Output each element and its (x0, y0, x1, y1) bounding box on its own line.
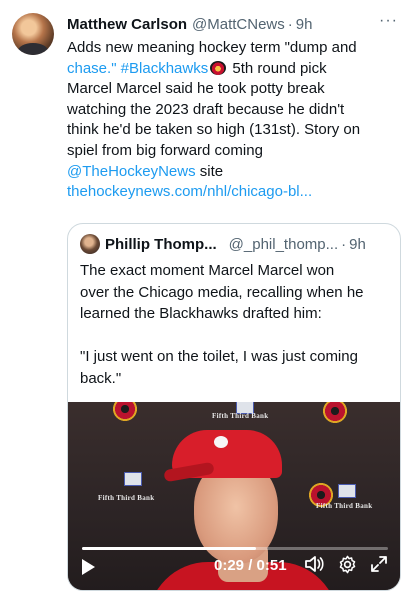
video-controls: 0:29 / 0:51 (68, 554, 400, 584)
blackhawks-logo-icon (210, 60, 227, 75)
tweet[interactable]: Matthew Carlson @MattCNews · 9h ··· Adds… (0, 0, 409, 600)
video-time-readout: 0:29 / 0:51 (214, 557, 287, 574)
video-player[interactable]: Fifth Third Bank Fifth Third Bank Fifth … (68, 402, 400, 590)
tweet-line: Adds new meaning hockey term "dump and (67, 39, 357, 56)
quoted-line: learned the Blackhawks drafted him: (80, 305, 322, 322)
quoted-tweet-header: Phillip Thomp... @_phil_thomp... · 9h (80, 234, 390, 254)
hockeynews-mention-link[interactable]: @TheHockeyNews (67, 163, 196, 180)
sponsor-text: Fifth Third Bank (98, 494, 155, 502)
fifth-third-logo-icon (124, 472, 142, 486)
quoted-line: "I just went on the toilet, I was just c… (80, 348, 358, 365)
author-name[interactable]: Matthew Carlson (67, 16, 187, 33)
volume-icon-svg (305, 556, 324, 572)
tweet-line: think he'd be taken so high (131st). Sto… (67, 121, 361, 139)
more-options-icon[interactable]: ··· (379, 12, 398, 30)
quoted-line: over the Chicago media, recalling when h… (80, 283, 364, 301)
volume-icon[interactable] (304, 555, 324, 578)
tweet-line-text: site (195, 162, 224, 180)
quoted-header-separator: · (341, 235, 347, 253)
quoted-author-avatar[interactable] (80, 234, 100, 254)
blackhawks-hashtag-link[interactable]: chase." #Blackhawks (67, 60, 208, 77)
tweet-line: @TheHockeyNews site (67, 162, 397, 183)
tweet-time[interactable]: 9h (296, 16, 313, 33)
quoted-line: back." (80, 369, 122, 387)
sponsor-text: Fifth Third Bank (212, 412, 269, 420)
quoted-line: The exact moment Marcel Marcel won (80, 262, 335, 279)
quoted-author-name[interactable]: Phillip Thomp... (105, 236, 217, 253)
cap-logo (214, 436, 228, 448)
tweet-line-text: 5th round pick (228, 59, 327, 77)
tweet-line: Marcel Marcel said he took potty break (67, 80, 325, 98)
tweet-line: chase." #Blackhawks 5th round pick (67, 59, 397, 80)
tweet-line: watching the 2023 draft because he didn'… (67, 100, 345, 118)
author-avatar[interactable] (12, 13, 54, 55)
avatar-shirt (18, 43, 48, 55)
article-url-link[interactable]: thehockeynews.com/nhl/chicago-bl... (67, 182, 397, 203)
play-icon[interactable] (82, 559, 95, 575)
fullscreen-icon[interactable] (370, 555, 388, 578)
time-separator: / (244, 557, 257, 574)
tweet-line: spiel from big forward coming (67, 141, 263, 159)
video-progress-fill (82, 547, 257, 550)
gear-icon-svg (339, 555, 356, 574)
current-time: 0:29 (214, 557, 245, 574)
settings-gear-icon[interactable] (338, 555, 357, 579)
duration: 0:51 (256, 557, 287, 574)
tweet-text: Adds new meaning hockey term "dump and c… (67, 38, 397, 203)
tweet-header: Matthew Carlson @MattCNews · 9h ··· (67, 12, 402, 34)
fullscreen-icon-svg (371, 556, 387, 572)
fifth-third-logo-icon (338, 484, 356, 498)
sponsor-text: Fifth Third Bank (316, 502, 373, 510)
quoted-tweet[interactable]: Phillip Thomp... @_phil_thomp... · 9h Th… (67, 223, 401, 591)
quoted-author-handle[interactable]: @_phil_thomp... (229, 236, 338, 253)
header-separator: · (287, 15, 293, 33)
quoted-tweet-time[interactable]: 9h (349, 236, 366, 253)
author-handle[interactable]: @MattCNews (192, 16, 285, 33)
video-progress-bar[interactable] (82, 547, 388, 550)
quoted-tweet-text: The exact moment Marcel Marcel won over … (80, 260, 394, 389)
